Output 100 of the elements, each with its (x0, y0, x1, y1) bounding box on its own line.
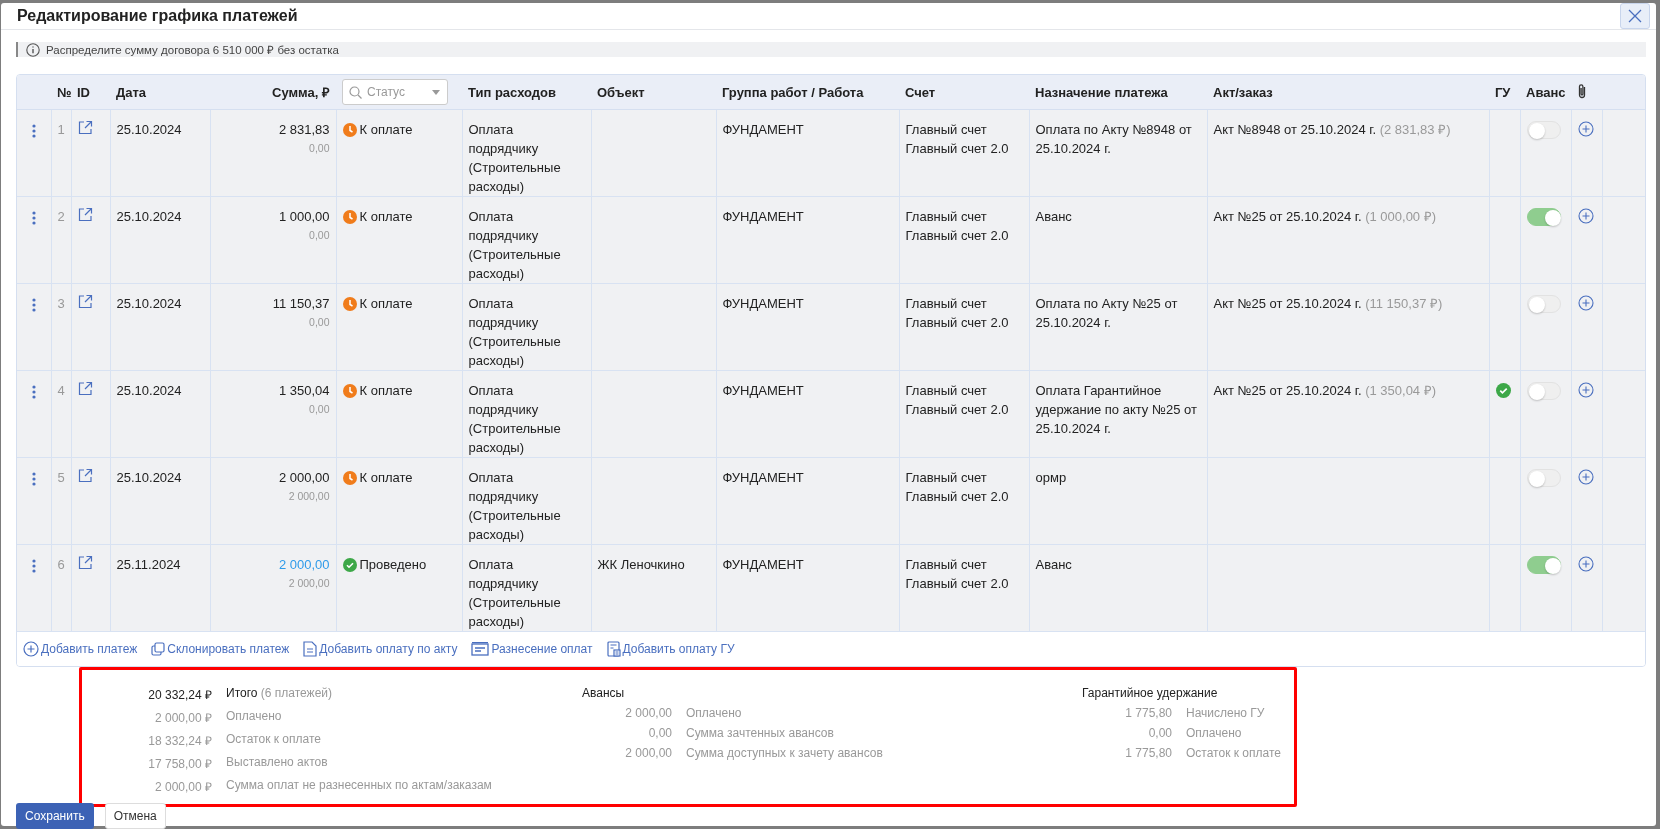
check-circle-icon (342, 557, 357, 572)
date-text: 25.10.2024 (116, 209, 182, 224)
summary-label: Остаток к оплате (1186, 746, 1281, 760)
account-text: Главный счет 2.0 (905, 575, 1010, 593)
plus-circle-icon[interactable] (1577, 556, 1594, 572)
external-link-icon[interactable] (77, 381, 93, 396)
summary-label: Выставлено актов (226, 755, 329, 771)
clock-icon (342, 470, 357, 485)
expense-type-text: Оплата подрядчику (Строительные расходы) (468, 209, 561, 281)
search-icon (349, 85, 362, 99)
summary-amount: 17 758,00 ₽ (147, 756, 212, 772)
plus-circle-icon[interactable] (1577, 121, 1594, 137)
account-text: Главный счет (905, 382, 988, 400)
act-text[interactable]: Акт №8948 от 25.10.2024 г. (2 831,83 ₽) (1213, 122, 1451, 137)
external-link-icon[interactable] (77, 468, 93, 483)
save-button[interactable]: Сохранить (16, 803, 94, 829)
amount-text: 11 150,37 (272, 296, 330, 311)
amount-text: 2 831,83 (278, 122, 330, 137)
plus-circle-icon[interactable] (1577, 295, 1594, 311)
advance-toggle[interactable] (1526, 556, 1561, 574)
row-number: 4 (57, 383, 65, 398)
more-icon[interactable] (31, 559, 36, 573)
summary-amount: 20 332,24 ₽ (147, 687, 212, 703)
copy-icon (151, 642, 166, 656)
column-header: Тип расходов (468, 84, 556, 100)
more-icon[interactable] (31, 211, 36, 225)
more-icon[interactable] (31, 472, 36, 486)
plus-circle-icon[interactable] (1577, 469, 1594, 485)
advance-toggle[interactable] (1526, 382, 1561, 400)
cancel-button[interactable]: Отмена (104, 803, 166, 829)
action-link[interactable]: Склонировать платеж (151, 642, 290, 656)
expense-type-text: Оплата подрядчику (Строительные расходы) (468, 557, 561, 629)
summary-amount: 2 000,00 ₽ (153, 779, 212, 795)
account-text: Главный счет 2.0 (905, 401, 1010, 419)
summary-amount: 2 000,00 (624, 706, 672, 720)
account-text: Главный счет (905, 469, 988, 487)
status-text: К оплате (359, 208, 413, 226)
plus-circle-icon[interactable] (1577, 382, 1594, 398)
action-link[interactable]: Добавить платеж (23, 641, 138, 657)
action-link[interactable]: Добавить оплату ГУ (606, 641, 735, 657)
plus-circle-icon (23, 641, 39, 657)
more-icon[interactable] (31, 124, 36, 138)
column-header: Объект (597, 84, 645, 100)
summary-amount: 18 332,24 ₽ (147, 733, 212, 749)
column-header: Акт/заказ (1213, 84, 1273, 100)
work-group-text: ФУНДАМЕНТ (722, 557, 804, 572)
paid-amount: 2 000,00 (287, 489, 330, 504)
more-icon[interactable] (31, 385, 36, 399)
status-text: К оплате (359, 295, 413, 313)
work-group-text: ФУНДАМЕНТ (722, 209, 804, 224)
advance-toggle[interactable] (1526, 121, 1561, 139)
external-link-icon[interactable] (77, 555, 93, 570)
summary-label: Оплачено (686, 706, 743, 720)
act-text[interactable]: Акт №25 от 25.10.2024 г. (1 000,00 ₽) (1213, 209, 1437, 224)
date-text: 25.10.2024 (116, 122, 182, 137)
advance-toggle[interactable] (1526, 295, 1561, 313)
act-text[interactable]: Акт №25 от 25.10.2024 г. (11 150,37 ₽) (1213, 296, 1443, 311)
column-header: № (57, 84, 72, 100)
action-link[interactable]: Разнесение оплат (471, 642, 593, 656)
external-link-icon[interactable] (77, 294, 93, 309)
summary-amount: 1 775,80 (1124, 706, 1172, 720)
row-number: 6 (57, 557, 65, 572)
dialog-title: Редактирование графика платежей (17, 7, 298, 25)
paid-amount: 0,00 (308, 402, 330, 417)
summary-amount: 0,00 (1147, 726, 1172, 740)
act-text[interactable]: Акт №25 от 25.10.2024 г. (1 350,04 ₽) (1213, 383, 1437, 398)
advance-toggle[interactable] (1526, 469, 1561, 487)
close-button[interactable] (1620, 3, 1650, 29)
action-link[interactable]: Добавить оплату по акту (303, 641, 458, 657)
advance-toggle[interactable] (1526, 208, 1561, 226)
amount-text: 2 000,00 (278, 470, 330, 485)
date-text: 25.10.2024 (116, 383, 182, 398)
external-link-icon[interactable] (77, 120, 93, 135)
summary-label: Оплачено (1186, 726, 1243, 740)
close-icon (1628, 9, 1642, 23)
date-text: 25.11.2024 (116, 557, 181, 572)
row-number: 3 (57, 296, 65, 311)
status-text: К оплате (359, 121, 413, 139)
summary-label: Оплачено (226, 709, 283, 725)
row-number: 2 (57, 209, 65, 224)
column-header: Счет (905, 84, 936, 100)
external-link-icon[interactable] (77, 207, 93, 222)
paid-amount: 0,00 (308, 315, 330, 330)
status-text: К оплате (359, 382, 413, 400)
status-input[interactable]: Статус (367, 85, 427, 99)
column-header: ID (77, 84, 90, 100)
more-icon[interactable] (31, 298, 36, 312)
account-text: Главный счет 2.0 (905, 488, 1010, 506)
purpose-text: Аванс (1035, 557, 1072, 572)
info-text: Распределите сумму договора 6 510 000 ₽ без остатка (46, 43, 339, 57)
amount-text: 1 000,00 (278, 209, 330, 224)
account-text: Главный счет 2.0 (905, 140, 1010, 158)
purpose-text: Аванс (1035, 209, 1072, 224)
status-filter[interactable]: Статус (342, 79, 448, 105)
plus-circle-icon[interactable] (1577, 208, 1594, 224)
clock-icon (342, 209, 357, 224)
summary-label: Итого (6 платежей) (226, 686, 333, 702)
work-group-text: ФУНДАМЕНТ (722, 470, 804, 485)
amount-text: 1 350,04 (278, 383, 330, 398)
summary-label: Сумма доступных к зачету авансов (686, 746, 884, 760)
